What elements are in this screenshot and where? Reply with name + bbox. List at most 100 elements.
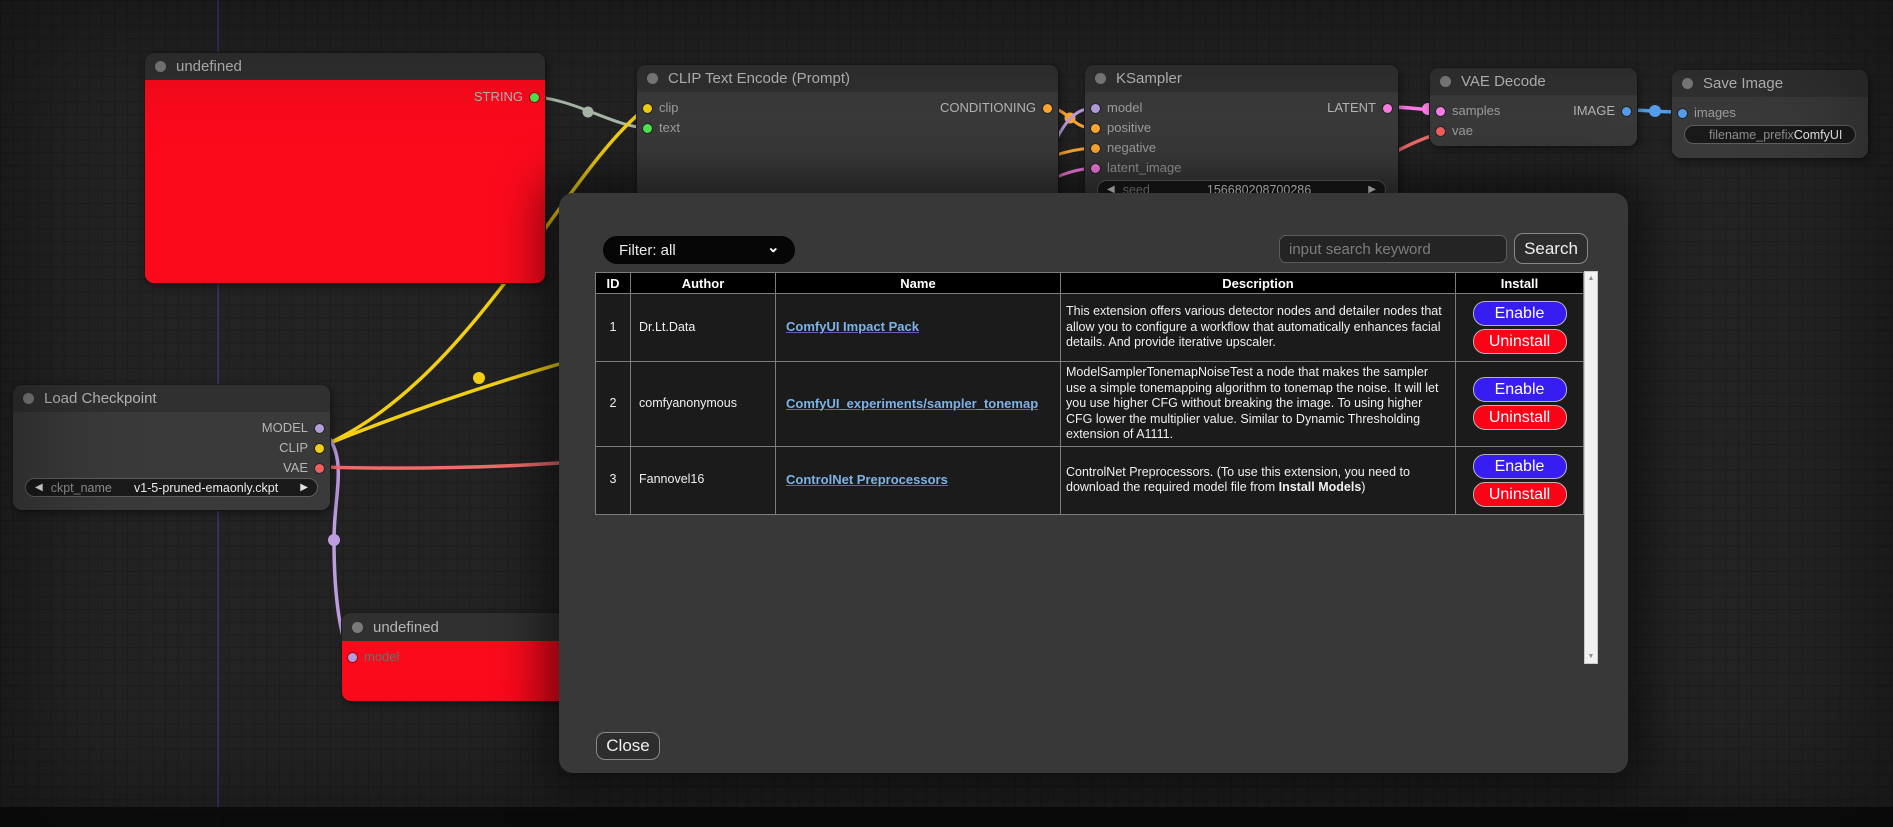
uninstall-button[interactable]: Uninstall (1473, 329, 1567, 354)
next-arrow-icon[interactable]: ▶ (300, 478, 308, 497)
filename-prefix-widget[interactable]: filename_prefix ComfyUI (1684, 125, 1856, 144)
enable-button[interactable]: Enable (1473, 454, 1567, 479)
input-port-positive[interactable] (1091, 124, 1100, 133)
collapse-dot-icon[interactable] (1682, 78, 1693, 89)
cell-install: Enable Uninstall (1456, 362, 1584, 447)
node-title-bar[interactable]: VAE Decode (1430, 68, 1637, 95)
uninstall-button[interactable]: Uninstall (1473, 405, 1567, 430)
table-scrollbar[interactable]: ▲ ▼ (1584, 271, 1598, 664)
input-port-negative[interactable] (1091, 144, 1100, 153)
node-title-bar[interactable]: undefined (145, 53, 545, 80)
collapse-dot-icon[interactable] (1440, 76, 1451, 87)
prev-arrow-icon[interactable]: ◀ (35, 478, 43, 497)
enable-button[interactable]: Enable (1473, 377, 1567, 402)
output-label: CONDITIONING (940, 100, 1036, 115)
close-button[interactable]: Close (596, 732, 660, 760)
node-title: KSampler (1116, 70, 1182, 87)
node-title: Save Image (1703, 75, 1783, 92)
cell-description: This extension offers various detector n… (1061, 294, 1456, 362)
output-port-string[interactable] (530, 93, 539, 102)
node-load-checkpoint[interactable]: Load Checkpoint MODEL CLIP VAE ◀ ckpt_na… (13, 385, 330, 510)
output-port-latent[interactable] (1383, 104, 1392, 113)
output-label: STRING (474, 89, 523, 104)
input-label: images (1694, 105, 1736, 120)
extension-link[interactable]: ComfyUI_experiments/sampler_tonemap (786, 396, 1038, 411)
node-title-bar[interactable]: Load Checkpoint (13, 385, 330, 412)
cell-author: Fannovel16 (631, 446, 776, 514)
comfyui-canvas[interactable]: undefined STRING CLIP Text Encode (Promp… (0, 0, 1893, 827)
enable-button[interactable]: Enable (1473, 301, 1567, 326)
input-port-model[interactable] (348, 653, 357, 662)
ckpt-name-widget[interactable]: ◀ ckpt_name v1-5-pruned-emaonly.ckpt ▶ (25, 478, 318, 497)
scroll-down-icon[interactable]: ▼ (1585, 650, 1597, 663)
output-port-vae[interactable] (315, 464, 324, 473)
output-port-clip[interactable] (315, 444, 324, 453)
output-port-conditioning[interactable] (1043, 104, 1052, 113)
collapse-dot-icon[interactable] (352, 622, 363, 633)
node-ksampler[interactable]: KSampler model positive negative latent_… (1085, 65, 1398, 210)
input-port-latent-image[interactable] (1091, 164, 1100, 173)
input-label: model (364, 649, 399, 664)
node-title-bar[interactable]: Save Image (1672, 70, 1868, 97)
node-undefined-top[interactable]: undefined STRING (145, 53, 545, 283)
node-title-bar[interactable]: CLIP Text Encode (Prompt) (637, 65, 1058, 92)
extension-manager-dialog: Filter: all ⌄ Search ID Author Name Desc… (559, 193, 1628, 773)
input-port-vae[interactable] (1436, 127, 1445, 136)
cell-description: ModelSamplerTonemapNoiseTest a node that… (1061, 362, 1456, 447)
node-body[interactable]: samples vae IMAGE (1430, 95, 1637, 146)
input-label: vae (1452, 123, 1473, 138)
node-title: Load Checkpoint (44, 390, 157, 407)
node-undefined-bottom[interactable]: undefined model (342, 613, 568, 701)
column-header-name: Name (776, 273, 1061, 294)
input-port-images[interactable] (1678, 109, 1687, 118)
scroll-up-icon[interactable]: ▲ (1585, 272, 1597, 285)
input-label: negative (1107, 140, 1156, 155)
output-label: VAE (283, 460, 308, 475)
table-row: 1 Dr.Lt.Data ComfyUI Impact Pack This ex… (596, 294, 1584, 362)
cell-description: ControlNet Preprocessors. (To use this e… (1061, 446, 1456, 514)
node-title-bar[interactable]: KSampler (1085, 65, 1398, 92)
table-row: 2 comfyanonymous ComfyUI_experiments/sam… (596, 362, 1584, 447)
node-title: undefined (373, 619, 439, 636)
input-label: positive (1107, 120, 1151, 135)
column-header-description: Description (1061, 273, 1456, 294)
node-body-error[interactable]: model (342, 641, 568, 701)
extensions-table: ID Author Name Description Install 1 Dr.… (595, 272, 1584, 515)
input-port-text[interactable] (643, 124, 652, 133)
output-port-image[interactable] (1622, 107, 1631, 116)
cell-install: Enable Uninstall (1456, 446, 1584, 514)
filter-select[interactable]: Filter: all (603, 236, 795, 264)
collapse-dot-icon[interactable] (155, 61, 166, 72)
extension-link[interactable]: ComfyUI Impact Pack (786, 319, 919, 334)
output-label: MODEL (262, 420, 308, 435)
widget-value: ComfyUI (1794, 128, 1843, 142)
column-header-install: Install (1456, 273, 1584, 294)
search-button[interactable]: Search (1514, 233, 1588, 264)
node-title: VAE Decode (1461, 73, 1546, 90)
collapse-dot-icon[interactable] (647, 73, 658, 84)
uninstall-button[interactable]: Uninstall (1473, 482, 1567, 507)
widget-value: v1-5-pruned-emaonly.ckpt (134, 481, 278, 495)
output-label: CLIP (279, 440, 308, 455)
node-title: undefined (176, 58, 242, 75)
output-label: LATENT (1327, 100, 1376, 115)
collapse-dot-icon[interactable] (23, 393, 34, 404)
extension-link[interactable]: ControlNet Preprocessors (786, 472, 948, 487)
node-save-image[interactable]: Save Image images filename_prefix ComfyU… (1672, 70, 1868, 158)
input-label: latent_image (1107, 160, 1181, 175)
node-body[interactable]: MODEL CLIP VAE ◀ ckpt_name v1-5-pruned-e… (13, 412, 330, 510)
cell-id: 3 (596, 446, 631, 514)
cell-id: 2 (596, 362, 631, 447)
output-port-model[interactable] (315, 424, 324, 433)
search-input[interactable] (1279, 235, 1507, 263)
cell-author: Dr.Lt.Data (631, 294, 776, 362)
node-body-error[interactable]: STRING (145, 80, 545, 283)
node-body[interactable]: images filename_prefix ComfyUI (1672, 97, 1868, 158)
collapse-dot-icon[interactable] (1095, 73, 1106, 84)
cell-author: comfyanonymous (631, 362, 776, 447)
widget-label: filename_prefix (1709, 128, 1794, 142)
column-header-author: Author (631, 273, 776, 294)
node-title-bar[interactable]: undefined (342, 613, 568, 641)
node-vae-decode[interactable]: VAE Decode samples vae IMAGE (1430, 68, 1637, 146)
table-row: 3 Fannovel16 ControlNet Preprocessors Co… (596, 446, 1584, 514)
